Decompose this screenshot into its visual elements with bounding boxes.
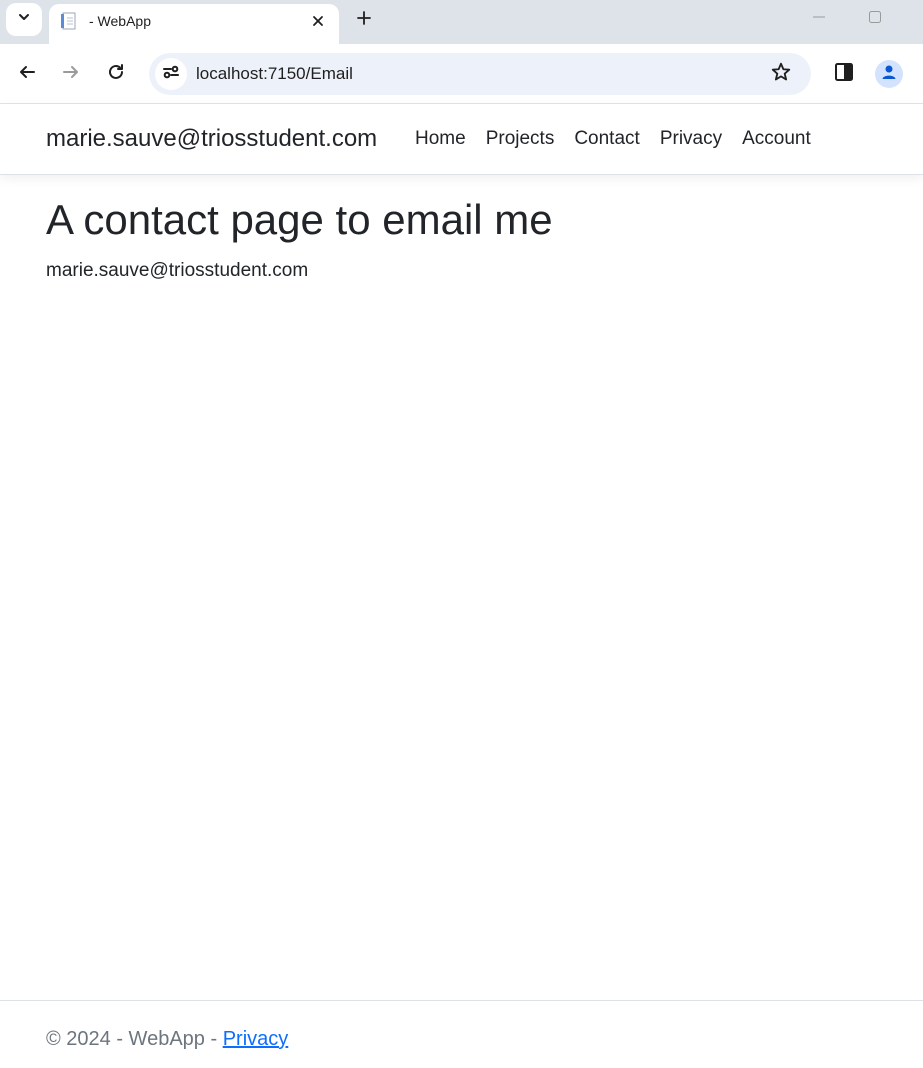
profile-button[interactable] xyxy=(875,60,903,88)
plus-icon xyxy=(356,10,372,31)
tab-title: - WebApp xyxy=(89,13,151,29)
back-button[interactable] xyxy=(14,61,40,87)
arrow-left-icon xyxy=(18,63,36,86)
forward-button[interactable] xyxy=(58,61,84,87)
site-footer: © 2024 - WebApp - Privacy xyxy=(0,1000,923,1068)
nav-link-contact[interactable]: Contact xyxy=(564,128,649,150)
reload-icon xyxy=(107,63,125,86)
close-icon[interactable] xyxy=(308,11,328,31)
arrow-right-icon xyxy=(62,63,80,86)
footer-copyright: © 2024 - WebApp - xyxy=(46,1028,223,1050)
navbar-brand[interactable]: marie.sauve@triosstudent.com xyxy=(46,125,377,153)
footer-text: © 2024 - WebApp - Privacy xyxy=(46,1028,288,1051)
nav-link-account[interactable]: Account xyxy=(732,128,821,150)
reload-button[interactable] xyxy=(103,61,129,87)
site-navbar: marie.sauve@triosstudent.com Home Projec… xyxy=(0,104,923,175)
contact-email: marie.sauve@triosstudent.com xyxy=(46,260,309,281)
address-bar[interactable]: localhost:7150/Email xyxy=(149,53,811,95)
new-tab-button[interactable] xyxy=(352,8,376,32)
nav-link-projects[interactable]: Projects xyxy=(476,128,565,150)
browser-toolbar: localhost:7150/Email xyxy=(0,44,923,104)
site-info-button[interactable] xyxy=(155,58,187,90)
side-panel-button[interactable] xyxy=(831,61,857,87)
tune-icon xyxy=(162,63,180,86)
page-title: A contact page to email me xyxy=(46,196,553,243)
footer-privacy-link[interactable]: Privacy xyxy=(223,1028,289,1050)
browser-tab-active[interactable]: - WebApp xyxy=(49,4,339,44)
minimize-icon xyxy=(812,10,826,29)
document-icon xyxy=(60,12,78,30)
person-icon xyxy=(880,63,898,86)
nav-link-privacy[interactable]: Privacy xyxy=(650,128,732,150)
side-panel-icon xyxy=(834,62,854,87)
chevron-down-icon xyxy=(17,10,31,29)
bookmark-button[interactable] xyxy=(768,62,794,86)
nav-link-home[interactable]: Home xyxy=(405,128,476,150)
star-icon xyxy=(770,61,792,88)
maximize-button[interactable] xyxy=(864,8,886,30)
tab-search-button[interactable] xyxy=(6,3,42,36)
nav-links: Home Projects Contact Privacy Account xyxy=(405,128,821,150)
browser-tabstrip: - WebApp xyxy=(0,0,923,44)
url-text: localhost:7150/Email xyxy=(196,64,353,83)
minimize-button[interactable] xyxy=(808,8,830,30)
maximize-icon xyxy=(868,10,882,29)
